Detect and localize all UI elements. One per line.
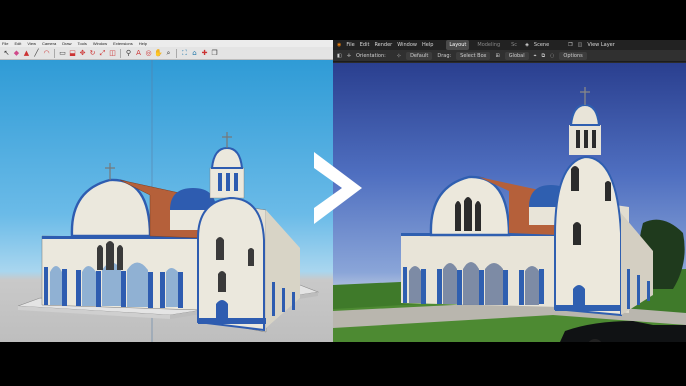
tab-sc[interactable]: Sc [508,40,520,50]
menu-extensions[interactable]: Extensions [113,40,133,47]
arc-icon[interactable]: ◠ [42,49,51,58]
menu-file[interactable]: File [346,40,354,50]
toolbar-divider [120,48,121,58]
rectangle-icon[interactable]: ▭ [58,49,67,58]
scene-selector[interactable]: Scene [534,40,549,50]
toolbar-divider [54,48,55,58]
extension-icon[interactable]: ✚ [200,49,209,58]
transform-orientation-icon: ⊞ [495,52,500,59]
toolbar-divider [176,48,177,58]
transform-orientation-dropdown[interactable]: Global [504,51,529,60]
pan-icon[interactable]: ✋ [154,49,163,58]
zoom-extents-icon[interactable]: ⛶ [180,49,189,58]
move-icon[interactable]: ✥ [78,49,87,58]
sketchup-menubar: File Edit View Camera Draw Tools Window … [0,40,333,47]
orientation-dropdown[interactable]: Default [406,51,433,60]
tab-modeling[interactable]: Modeling [474,40,503,50]
scene-icon: ◈ [525,42,529,48]
options-dropdown[interactable]: Options [559,51,587,60]
menu-help[interactable]: Help [139,40,147,47]
conversion-arrow-icon [314,152,362,224]
zoom-icon[interactable]: ⌕ [164,49,173,58]
menu-file[interactable]: File [2,40,8,47]
blender-window: ◉ File Edit Render Window Help Layout Mo… [333,40,686,342]
menu-tools[interactable]: Tools [78,40,87,47]
sketchup-viewport[interactable] [0,60,333,342]
offset-icon[interactable]: ◫ [108,49,117,58]
drag-dropdown[interactable]: Select Box [456,51,491,60]
scale-icon[interactable]: ⤢ [98,49,107,58]
menu-edit[interactable]: Edit [14,40,21,47]
blender-topbar: ◉ File Edit Render Window Help Layout Mo… [333,40,686,50]
transform-icon[interactable]: ✛ [347,50,351,62]
church-render-blender [333,87,686,342]
proportional-edit-icon[interactable]: ◌ [550,50,554,62]
tape-icon[interactable]: ⚲ [124,49,133,58]
rotate-icon[interactable]: ↻ [88,49,97,58]
menu-edit[interactable]: Edit [360,40,370,50]
sketchup-toolbar: ↖ ◆ ▲ ╱ ◠ ▭ ⬓ ✥ ↻ ⤢ ◫ ⚲ A ◎ ✋ ⌕ ⛶ ⌂ ✚ ❐ [0,47,333,60]
blender-render-viewport[interactable] [333,63,686,342]
view-layer-icon: ◫ [577,42,583,48]
select-icon[interactable]: ↖ [2,49,11,58]
pivot-icon[interactable]: ⌖ [534,50,537,62]
eraser-icon[interactable]: ◆ [12,49,21,58]
orientation-axes-icon: ⊹ [396,52,402,59]
paint-icon[interactable]: ▲ [22,49,31,58]
menu-help[interactable]: Help [422,40,433,50]
blender-tool-header: ◧ ✛ Orientation: ⊹ Default Drag: Select … [333,50,686,62]
view-layer-selector[interactable]: View Layer [587,40,614,50]
mode-selector-icon[interactable]: ◧ [337,50,342,62]
text-icon[interactable]: A [134,49,143,58]
layers-icon[interactable]: ❐ [210,49,219,58]
orientation-label: Orientation: [355,52,386,59]
drag-label: Drag: [437,52,452,59]
orbit-icon[interactable]: ◎ [144,49,153,58]
menu-camera[interactable]: Camera [42,40,56,47]
pushpull-icon[interactable]: ⬓ [68,49,77,58]
warehouse-icon[interactable]: ⌂ [190,49,199,58]
copy-icon[interactable]: ❐ [568,40,572,50]
church-model-sketchup [17,60,320,342]
snap-icon[interactable]: ⧉ [541,50,545,62]
menu-render[interactable]: Render [374,40,392,50]
menu-draw[interactable]: Draw [62,40,71,47]
sketchup-window: File Edit View Camera Draw Tools Window … [0,40,333,342]
menu-window[interactable]: Window [93,40,107,47]
tab-layout[interactable]: Layout [446,40,470,50]
line-icon[interactable]: ╱ [32,49,41,58]
menu-view[interactable]: View [27,40,36,47]
menu-window[interactable]: Window [397,40,417,50]
blender-logo-icon[interactable]: ◉ [337,40,341,50]
